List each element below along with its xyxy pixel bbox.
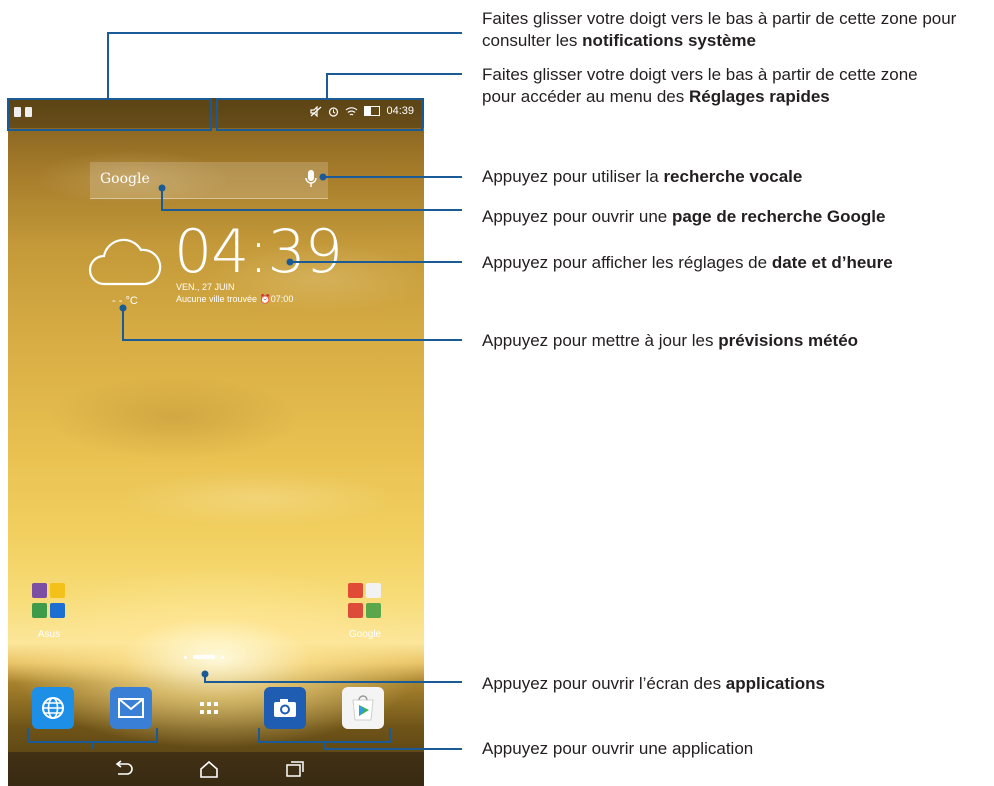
callout-text: Appuyez pour mettre à jour les [482, 331, 719, 350]
callout-text: Appuyez pour utiliser la [482, 167, 664, 186]
callout-text: Appuyez pour ouvrir l’écran des [482, 674, 726, 693]
callout-bold: prévisions météo [718, 331, 859, 350]
callout-voice-search: Appuyez pour utiliser la recherche vocal… [482, 166, 802, 188]
callout-notifications: Faites glisser votre doigt vers le bas à… [482, 8, 992, 52]
callout-bold: Réglages rapides [688, 87, 830, 106]
callout-bold: recherche vocale [663, 167, 803, 186]
callout-date-time: Appuyez pour afficher les réglages de da… [482, 252, 893, 274]
callout-bold: notifications système [582, 31, 756, 50]
callout-lines [7, 32, 462, 750]
callout-text: Appuyez pour ouvrir une [482, 207, 672, 226]
callout-google-search: Appuyez pour ouvrir une page de recherch… [482, 206, 885, 228]
callout-open-app: Appuyez pour ouvrir une application [482, 738, 753, 760]
callout-quick-settings: Faites glisser votre doigt vers le bas à… [482, 64, 952, 108]
callout-text: Appuyez pour afficher les réglages de [482, 253, 772, 272]
callout-bold: applications [725, 674, 825, 693]
callout-bold: page de recherche Google [671, 207, 886, 226]
callout-apps-screen: Appuyez pour ouvrir l’écran des applicat… [482, 673, 825, 695]
callout-bold: date et d’heure [771, 253, 893, 272]
callout-text: Appuyez pour ouvrir une application [482, 739, 754, 758]
callout-weather: Appuyez pour mettre à jour les prévision… [482, 330, 858, 352]
